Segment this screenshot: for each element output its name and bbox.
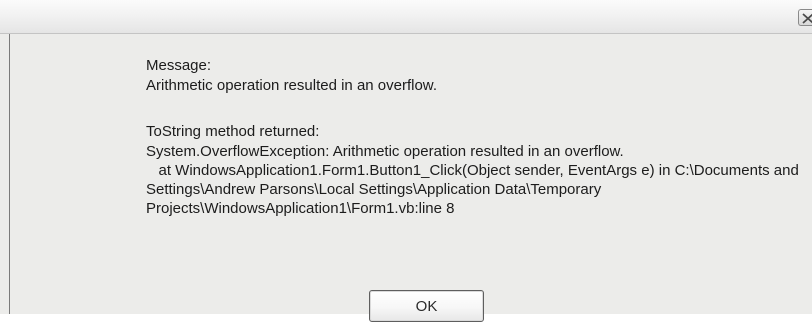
exception-line: Projects\WindowsApplication1\Form1.vb:li… [146, 200, 455, 217]
exception-line: System.OverflowException: Arithmetic ope… [146, 143, 624, 160]
error-dialog: Message: Arithmetic operation resulted i… [0, 0, 812, 322]
close-button[interactable] [798, 9, 812, 26]
message-label: Message: [146, 57, 212, 74]
exception-line: Settings\Andrew Parsons\Local Settings\A… [146, 181, 602, 198]
close-icon [802, 13, 812, 24]
dialog-body: Message: Arithmetic operation resulted i… [10, 34, 812, 322]
ok-button[interactable]: OK [369, 290, 484, 322]
title-bar [0, 0, 812, 34]
exception-line: at WindowsApplication1.Form1.Button1_Cli… [146, 162, 799, 179]
tostring-label: ToString method returned: [146, 123, 320, 140]
message-text: Arithmetic operation resulted in an over… [146, 77, 437, 94]
